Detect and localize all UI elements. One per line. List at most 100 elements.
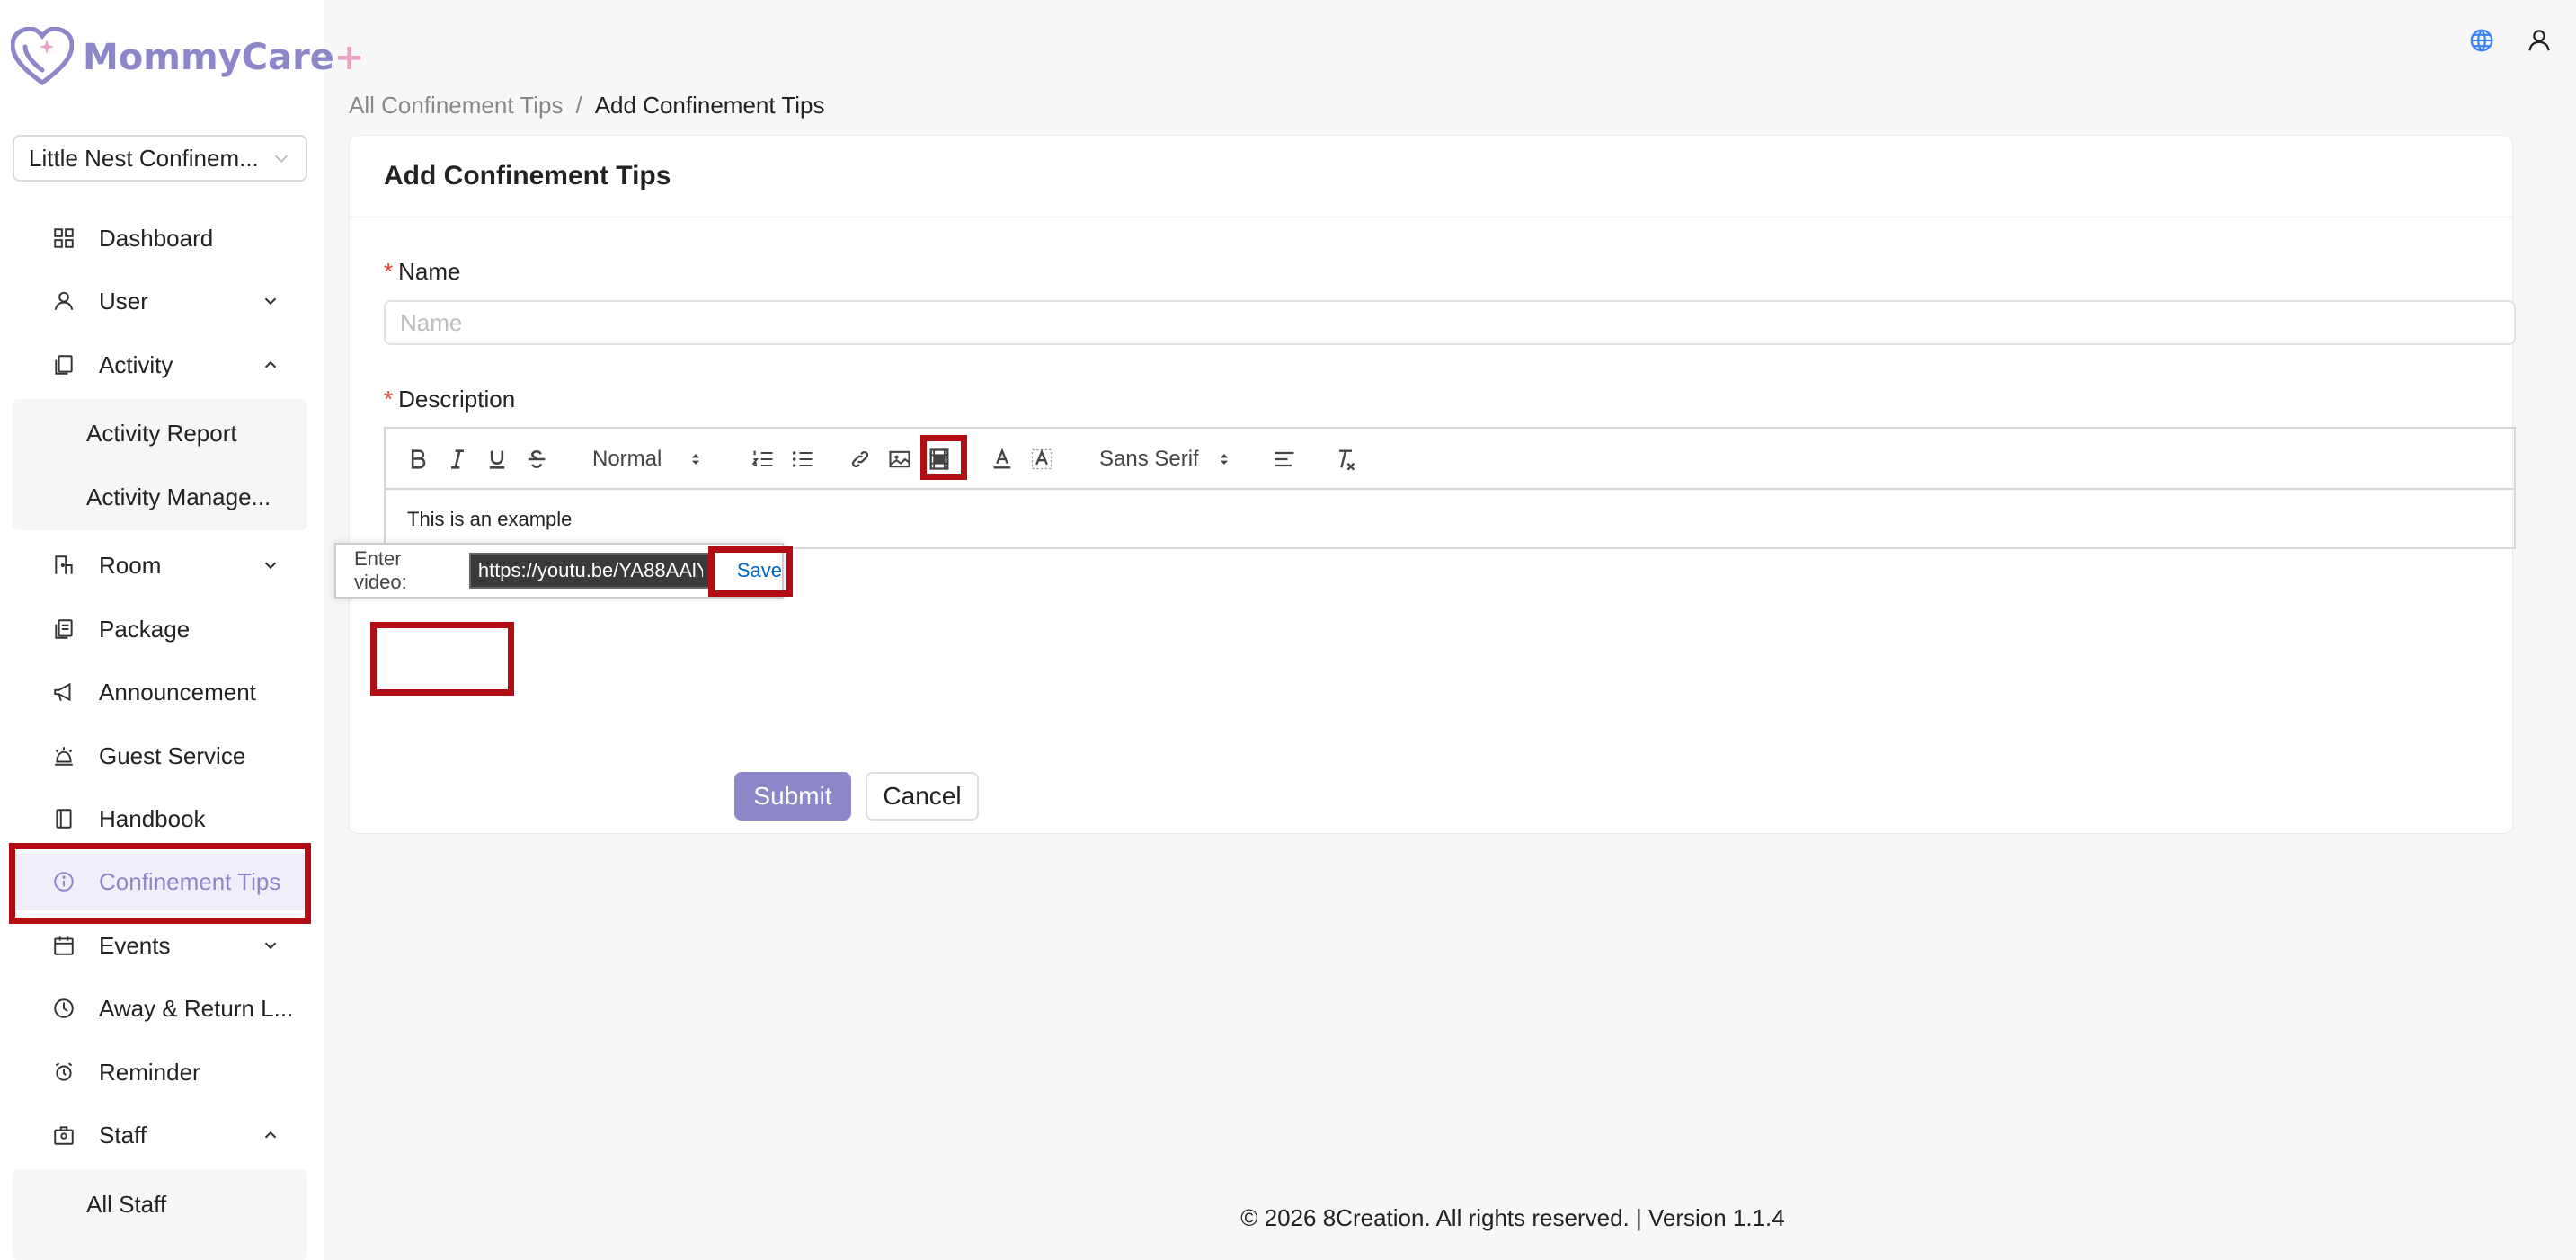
sidebar-item-package[interactable]: Package (13, 600, 307, 658)
logo: MommyCare+ (11, 27, 364, 88)
sidebar-item-label: Staff (99, 1121, 147, 1149)
heart-logo-icon (11, 27, 74, 86)
organization-select[interactable]: Little Nest Confinem... (13, 135, 307, 182)
sidebar-item-guest-service[interactable]: Guest Service (13, 727, 307, 785)
clear-format-button[interactable] (1331, 445, 1360, 474)
font-select[interactable]: Sans Serif (1099, 445, 1243, 474)
clear-format-icon (1339, 449, 1355, 471)
sidebar-item-confinement-tips[interactable]: Confinement Tips (13, 853, 307, 910)
sidebar-item-room[interactable]: Room (13, 537, 307, 594)
ordered-list-icon (751, 450, 773, 467)
bullet-list-button[interactable] (788, 445, 817, 474)
sidebar-item-events[interactable]: Events (13, 917, 307, 974)
editor-toolbar: Normal Sans Serif (386, 429, 2514, 490)
underline-button[interactable] (483, 445, 511, 474)
megaphone-icon (54, 682, 71, 702)
breadcrumb-parent-link[interactable]: All Confinement Tips (349, 92, 563, 120)
sidebar-item-staff[interactable]: Staff (13, 1106, 307, 1164)
video-button[interactable] (925, 445, 954, 474)
globe-icon[interactable] (2468, 27, 2495, 54)
footer: © 2026 8Creation. All rights reserved. |… (1240, 1204, 1785, 1231)
bullet-list-icon (792, 451, 813, 467)
bold-button[interactable] (404, 445, 432, 474)
italic-icon (451, 449, 464, 469)
sidebar-item-label: Room (99, 551, 162, 579)
text-color-icon (993, 448, 1011, 469)
sidebar-item-away-return[interactable]: Away & Return L... (13, 980, 307, 1037)
video-url-tooltip: Enter video: Save (334, 543, 784, 599)
sidebar-item-reminder[interactable]: Reminder (13, 1043, 307, 1101)
required-mark: * (384, 386, 394, 413)
background-color-icon (1031, 448, 1053, 470)
chevron-up-icon (264, 360, 277, 368)
align-button[interactable] (1270, 445, 1299, 474)
rich-text-editor: Normal Sans Serif This is an example (384, 427, 2516, 549)
link-icon (851, 450, 869, 468)
underline-icon (489, 450, 505, 469)
cancel-button[interactable]: Cancel (866, 772, 979, 821)
clock-icon (54, 998, 74, 1018)
sidebar-item-activity[interactable]: Activity (13, 336, 307, 394)
link-button[interactable] (846, 445, 875, 474)
breadcrumb-current: Add Confinement Tips (594, 92, 825, 119)
strikethrough-button[interactable] (522, 445, 551, 474)
background-color-button[interactable] (1027, 445, 1056, 474)
image-icon (889, 450, 910, 468)
sidebar: MommyCare+ Little Nest Confinem... Dashb… (0, 0, 364, 1260)
image-button[interactable] (885, 445, 914, 474)
sidebar-item-announcement[interactable]: Announcement (13, 663, 307, 721)
chevron-down-icon (264, 942, 277, 950)
sidebar-item-label: Events (99, 931, 171, 959)
sidebar-item-label: Away & Return L... (99, 994, 294, 1022)
name-field[interactable] (384, 300, 2516, 345)
brand-name: MommyCare+ (83, 37, 365, 78)
calendar-icon (54, 936, 74, 955)
book-icon (56, 809, 72, 829)
user-icon (54, 291, 74, 310)
sidebar-item-label: Guest Service (99, 741, 246, 769)
sidebar-item-activity-report[interactable]: Activity Report (13, 404, 307, 462)
editor-content[interactable]: This is an example (407, 508, 572, 531)
form-card: Add Confinement Tips *Name *Description … (349, 135, 2516, 834)
sidebar-item-handbook[interactable]: Handbook (13, 790, 307, 847)
video-url-input[interactable] (468, 553, 712, 589)
select-arrows-icon (692, 454, 700, 465)
ordered-list-button[interactable] (749, 445, 777, 474)
bold-icon (411, 449, 426, 469)
sidebar-item-label: Announcement (99, 678, 256, 705)
text-color-button[interactable] (988, 445, 1017, 474)
sidebar-item-label: Activity (99, 350, 173, 378)
organization-select-value: Little Nest Confinem... (29, 144, 259, 172)
chevron-up-icon (264, 1131, 277, 1139)
video-url-label: Enter video: (354, 547, 407, 593)
italic-button[interactable] (443, 445, 472, 474)
sidebar-item-user[interactable]: User (13, 272, 307, 330)
heading-select[interactable]: Normal (592, 445, 718, 474)
sidebar-item-label: User (99, 287, 148, 315)
sidebar-item-label: Confinement Tips (99, 867, 281, 895)
alarm-icon (55, 1062, 73, 1081)
align-left-icon (1275, 451, 1294, 467)
sidebar-item-activity-management[interactable]: Activity Manage... (13, 468, 307, 526)
strikethrough-icon (528, 449, 546, 469)
staff-icon (54, 1126, 74, 1145)
service-bell-icon (55, 747, 73, 766)
chevron-down-icon (274, 155, 289, 163)
chevron-down-icon (264, 297, 277, 306)
sidebar-item-label: Reminder (99, 1058, 200, 1086)
info-icon (54, 872, 74, 892)
breadcrumb-separator: / (575, 92, 582, 119)
sidebar-item-all-staff[interactable]: All Staff (13, 1176, 307, 1233)
sidebar-item-dashboard[interactable]: Dashboard (13, 209, 307, 267)
dashboard-icon (54, 228, 74, 248)
breadcrumb: All Confinement Tips / Add Confinement T… (349, 92, 825, 120)
save-video-button[interactable]: Save (737, 559, 782, 582)
page-title: Add Confinement Tips (384, 161, 671, 191)
sidebar-item-label: Package (99, 615, 191, 643)
submit-button[interactable]: Submit (734, 772, 851, 821)
description-label: * Description (384, 386, 516, 413)
required-mark: * (384, 258, 394, 285)
topbar-actions (2468, 27, 2553, 54)
sidebar-item-label: Dashboard (99, 224, 214, 252)
user-profile-icon[interactable] (2526, 27, 2553, 54)
